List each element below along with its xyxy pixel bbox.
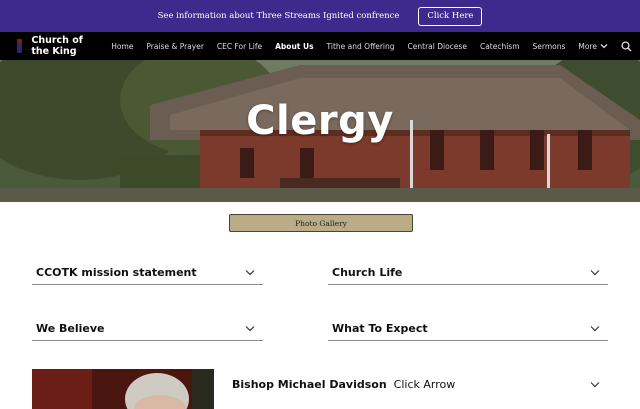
- chevron-down-icon: [600, 44, 608, 49]
- accordion-title: Church Life: [332, 265, 403, 279]
- accordion-title: We Believe: [36, 321, 105, 335]
- photo-gallery-button[interactable]: Photo Gallery: [229, 214, 413, 232]
- chevron-down-icon: [590, 325, 600, 331]
- site-header: Church of the King Home Praise & Prayer …: [0, 32, 640, 60]
- nav-item-tithe-offering[interactable]: Tithe and Offering: [327, 42, 395, 51]
- nav-item-catechism[interactable]: Catechism: [480, 42, 520, 51]
- nav-item-sermons[interactable]: Sermons: [533, 42, 566, 51]
- chevron-down-icon: [590, 269, 600, 275]
- announcement-banner: See information about Three Streams Igni…: [0, 0, 640, 32]
- nav-item-central-diocese[interactable]: Central Diocese: [408, 42, 467, 51]
- accordion-what-to-expect[interactable]: What To Expect: [328, 316, 608, 341]
- nav-more-label: More: [578, 41, 597, 51]
- nav-item-home[interactable]: Home: [111, 42, 133, 51]
- search-button[interactable]: [621, 40, 632, 52]
- chevron-down-icon: [245, 269, 255, 275]
- clergy-hint: Click Arrow: [393, 377, 456, 391]
- clergy-name: Bishop Michael Davidson: [232, 377, 387, 391]
- church-logo-icon[interactable]: [17, 39, 23, 53]
- main-nav: Home Praise & Prayer CEC For Life About …: [98, 40, 632, 52]
- portrait-image: [32, 369, 214, 409]
- accordion-we-believe[interactable]: We Believe: [32, 316, 263, 341]
- chevron-down-icon: [245, 325, 255, 331]
- accordion-title: What To Expect: [332, 321, 428, 335]
- hero-banner: Clergy: [0, 60, 640, 202]
- nav-more-menu[interactable]: More: [578, 42, 608, 51]
- clergy-accordion-bishop[interactable]: Bishop Michael Davidson Click Arrow: [232, 375, 608, 393]
- nav-item-cec-for-life[interactable]: CEC For Life: [217, 42, 262, 51]
- announcement-click-here-button[interactable]: Click Here: [418, 6, 483, 26]
- search-icon: [621, 40, 632, 51]
- accordion-church-life[interactable]: Church Life: [328, 260, 608, 285]
- site-title[interactable]: Church of the King: [31, 35, 98, 57]
- accordion-title: CCOTK mission statement: [36, 265, 197, 279]
- bishop-photo: [32, 369, 214, 409]
- chevron-down-icon: [590, 381, 600, 387]
- nav-item-praise-prayer[interactable]: Praise & Prayer: [146, 42, 204, 51]
- nav-item-about-us[interactable]: About Us: [275, 42, 313, 51]
- announcement-text: See information about Three Streams Igni…: [157, 11, 400, 21]
- page-title: Clergy: [246, 98, 394, 144]
- accordion-mission-statement[interactable]: CCOTK mission statement: [32, 260, 263, 285]
